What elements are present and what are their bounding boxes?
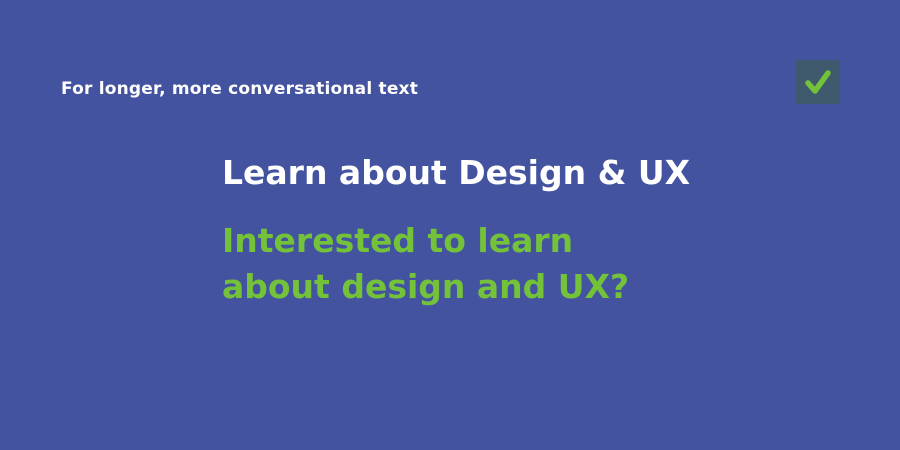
check-badge	[796, 60, 840, 104]
subheading-line-2: about design and UX?	[222, 267, 630, 306]
slide: For longer, more conversational text Lea…	[0, 0, 900, 450]
main-heading: Learn about Design & UX	[222, 153, 691, 192]
checkmark-icon	[805, 70, 831, 94]
subheading-line-1: Interested to learn	[222, 221, 574, 260]
caption-text: For longer, more conversational text	[61, 79, 419, 99]
subheading: Interested to learn about design and UX?	[222, 218, 629, 310]
